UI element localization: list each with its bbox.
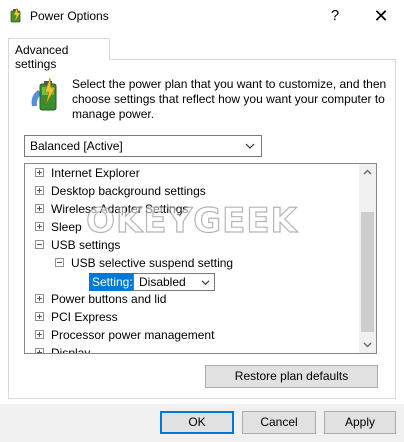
expand-plus-icon[interactable] bbox=[35, 186, 44, 195]
cancel-button[interactable]: Cancel bbox=[242, 411, 316, 434]
expand-plus-icon[interactable] bbox=[35, 222, 44, 231]
plan-description: Select the power plan that you want to c… bbox=[72, 77, 387, 121]
power-plan-dropdown[interactable]: Balanced [Active] bbox=[24, 135, 262, 157]
battery-plan-icon bbox=[31, 77, 57, 111]
vertical-scrollbar[interactable] bbox=[359, 164, 376, 353]
tree-item-label: Processor power management bbox=[51, 328, 215, 342]
tree-item-label: Wireless Adapter Settings bbox=[51, 202, 189, 216]
setting-label: Setting: bbox=[89, 273, 133, 291]
expand-plus-icon[interactable] bbox=[35, 204, 44, 213]
window-title: Power Options bbox=[30, 9, 109, 23]
expand-plus-icon[interactable] bbox=[35, 330, 44, 339]
tab-advanced-settings[interactable]: Advanced settings bbox=[8, 38, 110, 71]
tree-item-label: Internet Explorer bbox=[51, 166, 140, 180]
ok-button[interactable]: OK bbox=[160, 411, 234, 434]
expand-plus-icon[interactable] bbox=[35, 294, 44, 303]
scroll-down-arrow-icon[interactable] bbox=[363, 340, 372, 349]
collapse-minus-icon[interactable] bbox=[35, 240, 44, 249]
chevron-down-icon bbox=[201, 280, 210, 286]
expand-plus-icon[interactable] bbox=[35, 348, 44, 353]
tree-content: Internet Explorer Desktop background set… bbox=[25, 164, 360, 353]
close-button[interactable]: ✕ bbox=[358, 0, 404, 32]
restore-plan-defaults-button[interactable]: Restore plan defaults bbox=[205, 365, 378, 388]
tree-item-label: USB selective suspend setting bbox=[71, 256, 234, 270]
expand-plus-icon[interactable] bbox=[35, 312, 44, 321]
power-options-icon bbox=[10, 7, 21, 23]
setting-value: Disabled bbox=[139, 275, 186, 289]
apply-button[interactable]: Apply bbox=[324, 411, 396, 434]
tree-item-label: PCI Express bbox=[51, 310, 118, 324]
title-bar: Power Options ? ✕ bbox=[0, 0, 404, 32]
help-button[interactable]: ? bbox=[312, 0, 358, 32]
chevron-down-icon bbox=[245, 143, 255, 149]
tree-item-label: Sleep bbox=[51, 220, 82, 234]
setting-value-dropdown[interactable]: Disabled bbox=[133, 273, 215, 291]
tree-item-label: Display bbox=[51, 346, 91, 353]
tree-item-label: Desktop background settings bbox=[51, 184, 206, 198]
power-plan-value: Balanced [Active] bbox=[30, 139, 123, 153]
tree-item-label: Power buttons and lid bbox=[51, 292, 167, 306]
expand-plus-icon[interactable] bbox=[35, 168, 44, 177]
scroll-up-arrow-icon[interactable] bbox=[363, 168, 372, 177]
scrollbar-thumb[interactable] bbox=[361, 212, 374, 332]
settings-tree[interactable]: Internet Explorer Desktop background set… bbox=[24, 163, 377, 354]
collapse-minus-icon[interactable] bbox=[55, 258, 64, 267]
tree-item-label: USB settings bbox=[51, 238, 121, 252]
